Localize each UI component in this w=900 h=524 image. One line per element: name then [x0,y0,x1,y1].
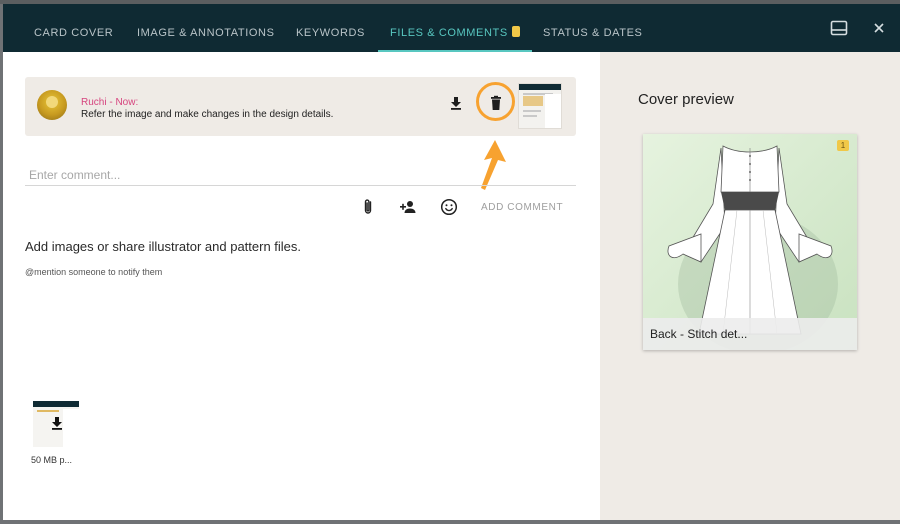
cover-preview-panel: Cover preview 1 Back - Stitch det... [600,52,900,520]
tab-files-comments-label: FILES & COMMENTS [390,27,508,39]
panel-toggle-icon[interactable] [829,18,849,38]
attach-icon[interactable] [358,197,378,217]
cover-card[interactable]: 1 Back - Stitch det... [643,134,857,350]
tab-keywords[interactable]: KEYWORDS [296,4,365,52]
comment-item: Ruchi - Now: Refer the image and make ch… [25,77,576,136]
close-icon[interactable] [869,18,889,38]
download-icon[interactable] [447,94,465,112]
window-bottom-strip [0,520,900,524]
cover-preview-title: Cover preview [638,91,734,108]
tab-files-comments[interactable]: FILES & COMMENTS [378,4,532,52]
tab-image-annotations[interactable]: IMAGE & ANNOTATIONS [137,4,275,52]
emoji-icon[interactable] [439,197,459,217]
tab-bar: CARD COVER IMAGE & ANNOTATIONS KEYWORDS … [3,4,900,52]
file-name: 50 MB p... [31,455,73,465]
attachment-thumbnail[interactable] [518,83,562,129]
file-item[interactable] [33,401,79,447]
comment-input[interactable] [25,164,576,186]
delete-icon[interactable] [487,94,505,112]
tab-status-dates[interactable]: STATUS & DATES [543,4,642,52]
add-comment-button[interactable]: ADD COMMENT [481,202,563,213]
cover-comment-badge: 1 [837,140,849,151]
files-comments-panel: Ruchi - Now: Refer the image and make ch… [3,52,600,520]
files-hint-title: Add images or share illustrator and patt… [25,239,302,254]
comment-badge-icon [511,26,520,37]
file-download-icon[interactable] [49,415,65,431]
comment-author: Ruchi - Now: [81,97,139,108]
cover-caption: Back - Stitch det... [643,318,857,350]
tab-card-cover[interactable]: CARD COVER [34,4,113,52]
add-person-icon[interactable] [398,197,418,217]
files-hint-subtitle: @mention someone to notify them [25,267,163,277]
avatar [37,90,67,120]
comment-text: Refer the image and make changes in the … [81,109,334,120]
card-details-modal: CARD COVER IMAGE & ANNOTATIONS KEYWORDS … [3,4,900,520]
